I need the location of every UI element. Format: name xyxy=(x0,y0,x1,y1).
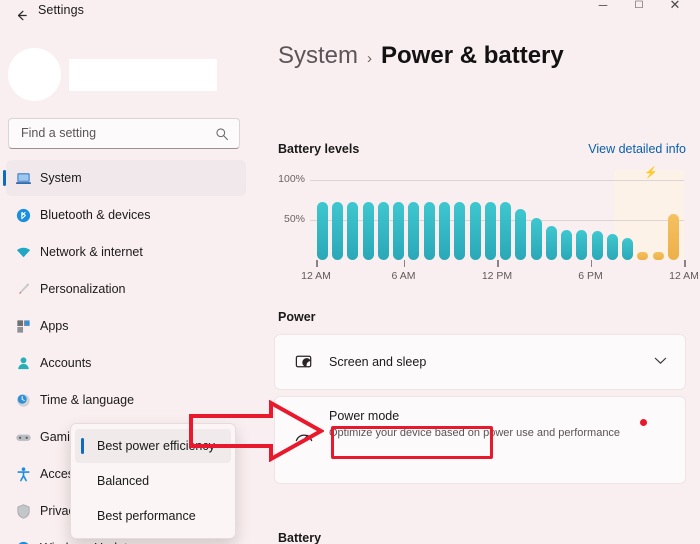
chart-bar xyxy=(438,202,450,260)
back-button[interactable] xyxy=(8,2,34,28)
annotation-highlight-rectangle xyxy=(331,426,493,459)
charging-plug-icon: ⚡ xyxy=(643,167,658,179)
chart-bar xyxy=(316,202,328,260)
power-heading: Power xyxy=(278,310,316,324)
view-detailed-info-link[interactable]: View detailed info xyxy=(588,142,686,156)
annotation-dot xyxy=(640,419,647,426)
annotation-arrow-icon xyxy=(189,400,324,462)
breadcrumb: System › Power & battery xyxy=(278,42,564,70)
battery-levels-heading: Battery levels xyxy=(278,142,360,156)
sidebar-item-system[interactable]: System xyxy=(3,160,246,196)
chart-y-tick-label: 100% xyxy=(278,173,305,185)
main-content: System › Power & battery Battery levels … xyxy=(258,30,700,544)
chart-bar xyxy=(606,233,618,260)
chart-x-tick xyxy=(403,260,405,267)
sidebar-item-label: Personalization xyxy=(40,282,126,296)
title-bar: Settings ─ ☐ ✕ xyxy=(0,0,700,30)
chart-bar xyxy=(332,202,344,260)
breadcrumb-separator-icon: › xyxy=(367,50,373,67)
accessibility-icon xyxy=(14,465,32,483)
sidebar-item-bluetooth-devices[interactable]: Bluetooth & devices xyxy=(6,197,246,233)
sidebar-item-label: Network & internet xyxy=(40,245,143,259)
chart-bar xyxy=(576,230,588,260)
sidebar-item-label: Apps xyxy=(40,319,69,333)
chart-bar xyxy=(652,252,664,260)
chart-x-tick-label: 12 AM xyxy=(301,270,331,282)
chart-bar xyxy=(377,202,389,260)
minimize-button[interactable]: ─ xyxy=(586,0,620,18)
apps-grid-icon xyxy=(14,317,32,335)
chart-bar xyxy=(561,229,573,260)
breadcrumb-parent[interactable]: System xyxy=(278,42,358,70)
battery-levels-chart: ⚡ 50% 100% 12 AM 6 AM 12 PM 6 PM 12 AM xyxy=(274,167,699,282)
profile-name-redacted xyxy=(69,59,217,91)
search-input[interactable]: Find a setting xyxy=(8,118,240,149)
chart-bar xyxy=(408,202,420,260)
chart-gridline xyxy=(310,180,684,181)
chart-bar xyxy=(530,217,542,260)
update-icon xyxy=(14,539,32,544)
sidebar-item-label: System xyxy=(40,171,82,185)
chart-x-tick-label: 12 PM xyxy=(481,270,513,282)
chart-bar xyxy=(484,202,496,260)
paintbrush-icon xyxy=(14,280,32,298)
sidebar-item-apps[interactable]: Apps xyxy=(6,308,246,344)
back-arrow-icon xyxy=(17,10,27,20)
chart-bar xyxy=(591,231,603,260)
dropdown-option-balanced[interactable]: Balanced xyxy=(75,464,231,498)
chart-bar xyxy=(667,213,679,260)
chart-x-tick xyxy=(316,260,318,267)
laptop-icon xyxy=(14,169,32,187)
person-icon xyxy=(14,354,32,372)
chart-bar xyxy=(362,202,374,260)
chart-x-tick-label: 12 AM xyxy=(669,270,699,282)
sidebar-item-network-internet[interactable]: Network & internet xyxy=(6,234,246,270)
bluetooth-icon xyxy=(14,206,32,224)
user-profile[interactable] xyxy=(8,46,248,104)
chart-x-tick-label: 6 PM xyxy=(578,270,603,282)
maximize-button[interactable]: ☐ xyxy=(622,0,656,18)
chart-bar xyxy=(423,202,435,260)
sidebar-item-personalization[interactable]: Personalization xyxy=(6,271,246,307)
clock-globe-icon xyxy=(14,391,32,409)
app-title: Settings xyxy=(38,3,84,17)
chart-bar xyxy=(515,208,527,260)
sidebar-item-label: Time & language xyxy=(40,393,135,407)
chart-y-tick-label: 50% xyxy=(283,213,305,225)
search-placeholder: Find a setting xyxy=(21,126,97,140)
page-title: Power & battery xyxy=(381,42,564,69)
screen-sleep-icon xyxy=(293,351,315,373)
chart-bar xyxy=(454,202,466,260)
chart-bar xyxy=(545,226,557,260)
chart-x-tick xyxy=(497,260,499,267)
chart-x-tick-label: 6 AM xyxy=(391,270,416,282)
chart-bar xyxy=(347,202,359,260)
sidebar-item-label: Bluetooth & devices xyxy=(40,208,151,222)
screen-and-sleep-card[interactable]: Screen and sleep xyxy=(274,334,686,390)
close-button[interactable]: ✕ xyxy=(658,0,692,18)
chart-bar xyxy=(500,202,512,260)
sidebar-item-label: Accounts xyxy=(40,356,92,370)
chart-x-tick xyxy=(590,260,592,267)
avatar xyxy=(8,48,61,101)
battery-heading: Battery xyxy=(278,531,322,544)
chart-bar xyxy=(637,252,649,260)
dropdown-option-best-performance[interactable]: Best performance xyxy=(75,499,231,533)
chevron-down-icon[interactable] xyxy=(654,356,667,368)
power-mode-title: Power mode xyxy=(329,409,400,423)
gamepad-icon xyxy=(14,428,32,446)
search-icon xyxy=(216,128,228,141)
chart-bar xyxy=(622,237,634,260)
wifi-icon xyxy=(14,243,32,261)
screen-and-sleep-label: Screen and sleep xyxy=(329,355,427,369)
sidebar-item-accounts[interactable]: Accounts xyxy=(6,345,246,381)
shield-icon xyxy=(14,502,32,520)
chart-x-tick xyxy=(684,260,686,267)
chart-bar xyxy=(469,202,481,260)
chart-bar xyxy=(393,202,405,260)
